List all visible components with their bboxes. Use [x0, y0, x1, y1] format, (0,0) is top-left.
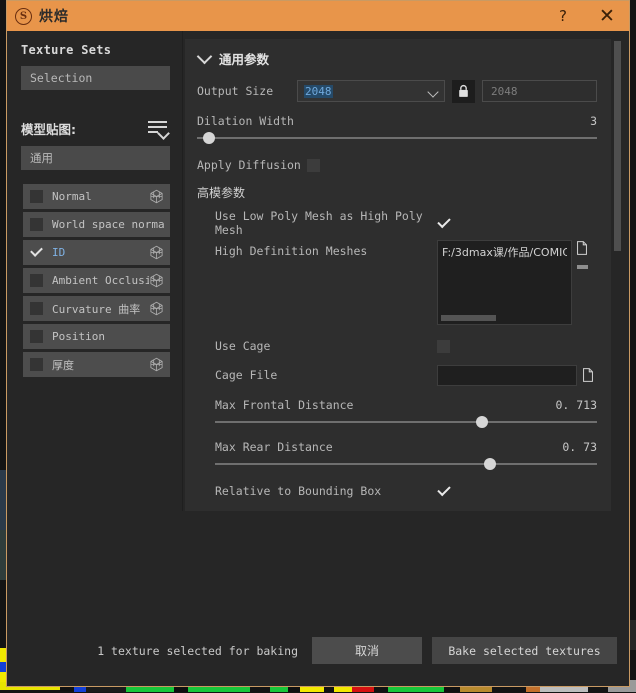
- help-button[interactable]: ?: [541, 1, 585, 31]
- dilation-width-slider[interactable]: [197, 130, 597, 146]
- cage-file-label: Cage File: [215, 368, 278, 382]
- max-rear-distance-value: 0. 73: [562, 440, 597, 454]
- map-label: Position: [52, 330, 105, 343]
- max-rear-distance-row: Max Rear Distance 0. 73: [215, 440, 597, 454]
- relative-bounding-box-checkbox[interactable]: [437, 485, 450, 498]
- max-frontal-distance-row: Max Frontal Distance 0. 713: [215, 398, 597, 412]
- chevron-down-icon[interactable]: [196, 48, 213, 65]
- high-definition-meshes-label: High Definition Meshes: [215, 244, 368, 258]
- texture-sets-title: Texture Sets: [21, 43, 112, 57]
- use-low-poly-checkbox[interactable]: [437, 217, 450, 230]
- max-frontal-distance-label: Max Frontal Distance: [215, 398, 354, 412]
- lock-button[interactable]: [452, 79, 475, 103]
- section-title: 通用参数: [219, 52, 270, 67]
- list-item[interactable]: Ambient Occlusion: [23, 268, 170, 293]
- map-label: Normal: [52, 190, 92, 203]
- generic-preset-field[interactable]: 通用: [21, 146, 170, 170]
- cube-icon[interactable]: [149, 189, 164, 204]
- list-item[interactable]: F:/3dmax课/作品/COMIC SI: [442, 244, 567, 260]
- relative-bounding-box-label: Relative to Bounding Box: [215, 484, 382, 498]
- dilation-width-value: 3: [590, 114, 597, 128]
- apply-diffusion-label: Apply Diffusion: [197, 158, 301, 172]
- cube-icon[interactable]: [149, 357, 164, 372]
- minus-icon: [576, 264, 588, 269]
- file-icon: [583, 368, 593, 382]
- cube-icon[interactable]: [149, 273, 164, 288]
- map-checkbox[interactable]: [30, 358, 43, 371]
- map-checkbox[interactable]: [30, 246, 43, 259]
- use-low-poly-label: Use Low Poly Mesh as High Poly Mesh: [215, 209, 423, 237]
- vertical-scrollbar[interactable]: [614, 41, 621, 251]
- output-size-locked-field: 2048: [482, 80, 597, 102]
- output-size-value: 2048: [304, 84, 333, 98]
- map-checkbox[interactable]: [30, 302, 43, 315]
- map-checkbox[interactable]: [30, 190, 43, 203]
- output-size-label: Output Size: [197, 84, 274, 98]
- selection-field[interactable]: Selection: [21, 66, 170, 90]
- cancel-button[interactable]: 取消: [312, 637, 422, 664]
- common-params-section-header[interactable]: 通用参数: [196, 48, 597, 68]
- dilation-width-row: Dilation Width 3: [197, 114, 597, 128]
- list-item[interactable]: Curvature 曲率: [23, 296, 170, 321]
- close-button[interactable]: ✕: [585, 1, 629, 31]
- map-list: Normal World space normal ID Ambient Occ…: [23, 184, 170, 377]
- maps-label: 模型贴图:: [21, 122, 76, 137]
- use-cage-row: Use Cage: [215, 333, 597, 359]
- settings-scroll-panel: 通用参数 Output Size 2048 2048 Dilation Widt…: [185, 39, 611, 511]
- bake-selected-textures-button[interactable]: Bake selected textures: [432, 637, 617, 664]
- list-item[interactable]: 厚度: [23, 352, 170, 377]
- use-low-poly-row: Use Low Poly Mesh as High Poly Mesh: [215, 209, 597, 237]
- horizontal-scrollbar[interactable]: [441, 315, 496, 321]
- dilation-width-label: Dilation Width: [197, 114, 294, 128]
- apply-diffusion-row: Apply Diffusion: [197, 152, 597, 178]
- map-label: World space normal: [52, 218, 164, 231]
- cube-icon[interactable]: [149, 245, 164, 260]
- map-checkbox[interactable]: [30, 274, 43, 287]
- remove-mesh-button[interactable]: [575, 259, 589, 274]
- high-definition-meshes-list[interactable]: F:/3dmax课/作品/COMIC SI: [437, 240, 572, 325]
- relative-bounding-box-row: Relative to Bounding Box: [215, 478, 597, 504]
- section-title: 高模参数: [197, 185, 246, 200]
- footer-actions: 1 texture selected for baking 取消 Bake se…: [7, 637, 617, 664]
- chevron-down-icon[interactable]: [427, 86, 439, 98]
- selection-status: 1 texture selected for baking: [97, 643, 298, 658]
- max-frontal-distance-slider[interactable]: [215, 414, 597, 430]
- title-bar: S 烘焙 ? ✕: [7, 1, 629, 31]
- list-menu-icon[interactable]: [148, 120, 170, 140]
- use-cage-checkbox[interactable]: [437, 339, 450, 353]
- browse-cage-file-button[interactable]: [581, 368, 595, 383]
- list-item[interactable]: World space normal: [23, 212, 170, 237]
- map-label: ID: [52, 246, 66, 259]
- use-cage-label: Use Cage: [215, 339, 271, 353]
- cube-icon[interactable]: [149, 301, 164, 316]
- high-definition-meshes-row: High Definition Meshes F:/3dmax课/作品/COMI…: [215, 240, 597, 330]
- max-rear-distance-slider[interactable]: [215, 456, 597, 472]
- map-checkbox[interactable]: [30, 330, 43, 343]
- window-title: 烘焙: [39, 9, 69, 25]
- browse-file-button[interactable]: [575, 240, 589, 255]
- map-label: Ambient Occlusion: [52, 274, 149, 287]
- bake-dialog: S 烘焙 ? ✕ Texture Sets Selection 模型贴图: 通用…: [6, 0, 630, 687]
- lock-icon: [459, 84, 468, 97]
- map-label: 厚度: [52, 358, 74, 372]
- list-item[interactable]: Position: [23, 324, 170, 349]
- output-size-select[interactable]: 2048: [297, 80, 445, 102]
- list-item[interactable]: ID: [23, 240, 170, 265]
- maps-header: 模型贴图:: [21, 119, 170, 140]
- highpoly-section-header: 高模参数: [197, 181, 597, 203]
- max-frontal-distance-value: 0. 713: [555, 398, 597, 412]
- footer: 1 texture selected for baking 取消 Bake se…: [7, 511, 629, 686]
- cage-file-input[interactable]: [437, 364, 577, 386]
- max-rear-distance-label: Max Rear Distance: [215, 440, 333, 454]
- output-size-row: Output Size 2048 2048: [197, 78, 597, 104]
- map-checkbox[interactable]: [30, 218, 43, 231]
- substance-icon: S: [15, 7, 32, 25]
- cage-file-row: Cage File: [215, 362, 597, 388]
- list-item[interactable]: Normal: [23, 184, 170, 209]
- apply-diffusion-checkbox[interactable]: [307, 158, 320, 172]
- file-icon: [577, 240, 587, 255]
- map-label: Curvature 曲率: [52, 302, 141, 316]
